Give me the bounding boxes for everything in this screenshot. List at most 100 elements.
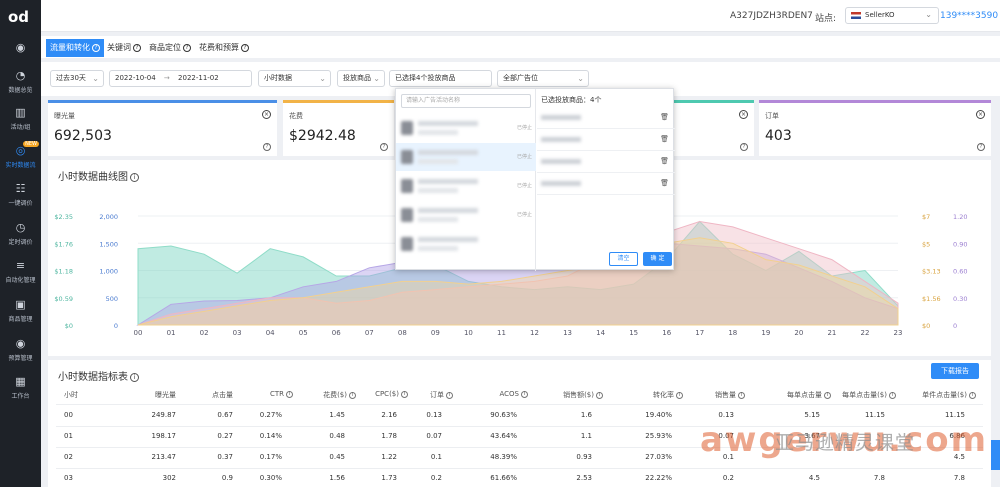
table-cell: 1.1: [580, 432, 592, 440]
tab-product-targeting[interactable]: 商品定位?: [145, 39, 195, 57]
header-text: 每单点击量: [787, 391, 822, 399]
table-header-cell: 小时: [64, 390, 78, 400]
download-report-button[interactable]: 下载报告: [931, 363, 979, 379]
table-cell: 0.48: [329, 432, 345, 440]
target-type-value: 投放商品: [343, 74, 371, 82]
selected-products-input[interactable]: 已选择4个投放商品: [389, 70, 492, 87]
table-cell: 2.16: [381, 411, 397, 419]
sidebar-item-oneclick-price[interactable]: ☷ 一键调价: [0, 183, 41, 208]
trash-icon[interactable]: 🗑: [660, 135, 669, 143]
table-title-text: 小时数据指标表: [58, 372, 128, 383]
sidebar-item-campaigns[interactable]: ▥ 活动/组: [0, 106, 41, 132]
close-icon[interactable]: ×: [262, 110, 271, 119]
blurred-text: [418, 150, 478, 155]
site-select-value: SellerKO: [865, 11, 895, 19]
y-tick-label: 2,000: [99, 213, 118, 221]
table-cell: 1.45: [329, 411, 345, 419]
trash-icon[interactable]: 🗑: [660, 179, 669, 187]
table-cell: 1.56: [329, 474, 345, 482]
table-header-cell: 每单点击量 i: [787, 390, 831, 400]
new-badge: NEW: [23, 141, 39, 147]
selected-row: 🗑: [537, 129, 675, 151]
settings-sliders-icon: ≡: [15, 259, 26, 272]
close-icon[interactable]: ×: [739, 110, 748, 119]
list-item[interactable]: 已停止: [396, 114, 536, 142]
sidebar-item-home[interactable]: ◉: [0, 42, 41, 57]
watermark-cn-text: 亚马逊精灵课堂: [775, 432, 916, 454]
sidebar-item-label: 自动化管理: [5, 277, 36, 284]
tab-spend-budget[interactable]: 花费和预算?: [195, 39, 253, 57]
y-tick-label: 0.60: [953, 268, 967, 276]
sidebar-item-budget[interactable]: ◉ 预算管理: [0, 338, 41, 363]
selected-row: 🗑: [537, 107, 675, 129]
x-tick-label: 22: [860, 329, 869, 337]
selected-row: 🗑: [537, 173, 675, 195]
table-cell: 0.1: [430, 453, 442, 461]
help-icon: ?: [241, 43, 249, 52]
clear-button[interactable]: 清空: [609, 252, 638, 266]
help-icon: ?: [133, 43, 141, 52]
sidebar-item-automation[interactable]: ≡ 自动化管理: [0, 259, 41, 285]
metric-value: 403: [765, 128, 792, 144]
table-cell: 0.14%: [259, 432, 282, 440]
table-cell: 48.39%: [490, 453, 517, 461]
table-cell: 198.17: [151, 432, 177, 440]
list-item[interactable]: 已停止: [396, 172, 536, 200]
target-type-select[interactable]: 投放商品 ⌄: [337, 70, 385, 87]
list-item[interactable]: 已停止: [396, 143, 536, 171]
user-phone[interactable]: 139****3590: [940, 11, 998, 21]
tab-keywords[interactable]: 关键词?: [103, 39, 145, 57]
trash-icon[interactable]: 🗑: [660, 113, 669, 121]
side-float-tab[interactable]: [991, 440, 1000, 470]
y-tick-label: 500: [106, 295, 118, 303]
x-tick-label: 17: [695, 329, 704, 337]
date-range-picker[interactable]: 2022-10-04 → 2022-11-02: [109, 70, 252, 87]
period-value: 过去30天: [56, 74, 86, 82]
sidebar-item-realtime[interactable]: NEW ◎ 实时数据流: [0, 141, 41, 169]
table-cell: 2.53: [576, 474, 592, 482]
sidebar-item-products[interactable]: ▣ 商品管理: [0, 299, 41, 324]
period-select[interactable]: 过去30天 ⌄: [50, 70, 104, 87]
metric-title: 花费: [289, 112, 303, 120]
sidebar-item-overview[interactable]: ◔ 数据总览: [0, 69, 41, 95]
x-tick-label: 20: [794, 329, 803, 337]
x-tick-label: 19: [761, 329, 770, 337]
campaign-search-input[interactable]: 请输入广告活动名称: [401, 94, 531, 108]
x-tick-label: 02: [200, 329, 209, 337]
product-thumbnail: [401, 179, 413, 193]
placement-select[interactable]: 全部广告位 ⌄: [497, 70, 589, 87]
site-select[interactable]: SellerKO ⌄: [845, 7, 939, 24]
table-cell: 00: [64, 411, 73, 419]
y-tick-label: 1,500: [99, 240, 118, 248]
help-icon: ?: [380, 143, 388, 151]
table-cell: 1.6: [580, 411, 592, 419]
circle-dot-icon: ◉: [15, 41, 26, 54]
table-cell: 249.87: [151, 411, 177, 419]
granularity-select[interactable]: 小时数据 ⌄: [258, 70, 331, 87]
table-header-cell: 花费($) i: [323, 390, 356, 400]
y-tick-label: 1.20: [953, 213, 967, 221]
tab-traffic-conversion[interactable]: 流量和转化?: [46, 39, 104, 57]
table-cell: 302: [162, 474, 176, 482]
pie-chart-icon: ◔: [15, 69, 26, 82]
chevron-down-icon: ⌄: [92, 74, 99, 83]
confirm-button[interactable]: 确 定: [643, 252, 672, 266]
table-cell: 90.63%: [490, 411, 517, 419]
sidebar-item-scheduled-price[interactable]: ◷ 定时调价: [0, 222, 41, 247]
table-cell: 02: [64, 453, 73, 461]
trash-icon[interactable]: 🗑: [660, 157, 669, 165]
x-tick-label: 03: [233, 329, 242, 337]
blurred-text: [541, 181, 581, 186]
table-cell: 7.8: [873, 474, 885, 482]
bar-chart-icon: ▥: [15, 106, 26, 119]
sidebar-item-workspace[interactable]: ▦ 工作台: [0, 376, 41, 401]
list-item[interactable]: [396, 230, 536, 258]
chevron-down-icon: ⌄: [319, 74, 326, 83]
y-tick-label: 0.30: [953, 295, 967, 303]
list-item[interactable]: 已停止: [396, 201, 536, 229]
x-tick-label: 16: [662, 329, 671, 337]
close-icon[interactable]: ×: [976, 110, 985, 119]
table-header-cell: CTR i: [270, 390, 293, 398]
x-tick-label: 01: [167, 329, 176, 337]
row-divider: [56, 404, 983, 405]
